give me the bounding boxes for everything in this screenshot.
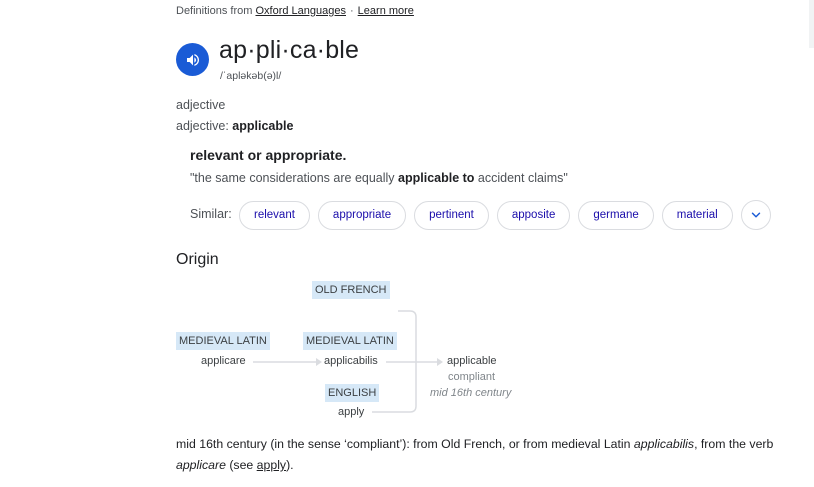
- etymon-applicabilis: applicabilis: [324, 355, 378, 367]
- origin-text-part: (see: [225, 458, 257, 472]
- medieval-latin-tag: MEDIEVAL LATIN: [176, 332, 270, 350]
- result-word: applicable: [447, 355, 497, 367]
- arrow-right-icon: [316, 358, 322, 366]
- origin-text-italic: applicabilis: [633, 437, 695, 451]
- old-french-tag: OLD FRENCH: [312, 281, 390, 299]
- origin-text-part: , from the verb: [694, 437, 774, 451]
- apply-link[interactable]: apply: [257, 458, 286, 472]
- origin-text-part: mid 16th century (in the sense ‘complian…: [176, 437, 634, 451]
- arrow-right-icon: [437, 358, 443, 366]
- etymon-applicare: applicare: [201, 355, 246, 367]
- etymon-apply: apply: [338, 406, 365, 418]
- dictionary-card: Definitions from Oxford Languages · Learn …: [0, 0, 814, 487]
- etymology-connectors: [253, 310, 443, 413]
- result-sense: compliant: [448, 371, 496, 383]
- result-date: mid 16th century: [430, 387, 512, 399]
- origin-text-part: ).: [286, 458, 294, 472]
- medieval-latin-tag: MEDIEVAL LATIN: [303, 332, 397, 350]
- origin-text-italic: applicare: [176, 458, 226, 472]
- origin-description: mid 16th century (in the sense ‘complian…: [176, 434, 776, 476]
- english-tag: ENGLISH: [325, 384, 380, 402]
